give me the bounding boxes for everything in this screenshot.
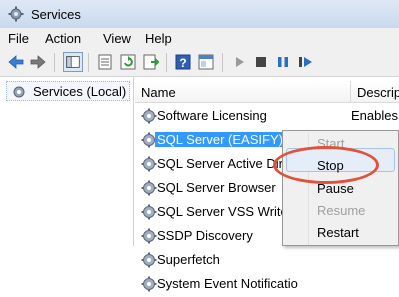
console-tree: Services (Local) [0, 77, 134, 246]
toolbar: ? [0, 49, 399, 77]
service-row[interactable]: Software Licensing Enables t [135, 105, 399, 129]
title-bar: Services [0, 0, 399, 29]
service-gear-icon [141, 252, 157, 268]
service-name: SQL Server Browser [157, 180, 276, 195]
menu-action[interactable]: Action [45, 31, 81, 46]
service-name: Software Licensing [157, 108, 267, 123]
refresh-icon[interactable] [118, 52, 138, 72]
column-header-label: Name [141, 85, 176, 100]
toolbar-separator [54, 53, 55, 72]
back-arrow-icon[interactable] [6, 52, 26, 72]
toolbar-separator [88, 53, 89, 72]
tree-item-services-local[interactable]: Services (Local) [6, 81, 130, 101]
service-name: System Event Notificatio [157, 276, 298, 291]
forward-arrow-icon[interactable] [28, 52, 48, 72]
service-name: Superfetch [157, 252, 220, 267]
menu-bar: File Action View Help [0, 28, 399, 49]
tree-item-label: Services (Local) [33, 84, 127, 99]
properties-icon[interactable] [95, 52, 115, 72]
start-service-icon[interactable] [229, 52, 249, 72]
service-name: SQL Server VSS Writer [157, 204, 293, 219]
column-header-name[interactable]: Name [135, 81, 351, 103]
service-gear-icon [141, 156, 157, 172]
console-tree-icon[interactable] [63, 52, 83, 72]
pause-service-icon[interactable] [273, 52, 293, 72]
service-name: SQL Server (EASIFY) [155, 132, 285, 147]
services-gear-icon [13, 86, 25, 98]
menu-file[interactable]: File [8, 31, 29, 46]
help-icon[interactable]: ? [173, 52, 193, 72]
service-gear-icon [141, 276, 157, 292]
toolbar-separator [166, 53, 167, 72]
service-gear-icon [141, 204, 157, 220]
column-header-description[interactable]: Descriptio [351, 81, 399, 103]
window-title: Services [31, 7, 81, 22]
menu-item-resume[interactable]: Resume [317, 203, 365, 218]
toolbar-separator [222, 53, 223, 72]
svg-text:?: ? [179, 56, 186, 70]
annotation-circle [273, 146, 379, 184]
restart-service-icon[interactable] [295, 52, 315, 72]
service-row[interactable]: Superfetch [135, 249, 399, 273]
service-gear-icon [141, 108, 157, 124]
export-list-icon[interactable] [141, 52, 161, 72]
service-row[interactable]: System Event Notificatio [135, 273, 399, 297]
service-name: SSDP Discovery [157, 228, 253, 243]
show-hide-icon[interactable] [196, 52, 216, 72]
menu-help[interactable]: Help [145, 31, 172, 46]
menu-item-restart[interactable]: Restart [317, 225, 359, 240]
service-gear-icon [141, 228, 157, 244]
menu-view[interactable]: View [103, 31, 131, 46]
stop-service-icon[interactable] [251, 52, 271, 72]
service-description: Enables t [351, 108, 399, 123]
column-header-label: Descriptio [357, 85, 399, 100]
service-gear-icon [141, 180, 157, 196]
services-gear-icon [8, 6, 24, 22]
